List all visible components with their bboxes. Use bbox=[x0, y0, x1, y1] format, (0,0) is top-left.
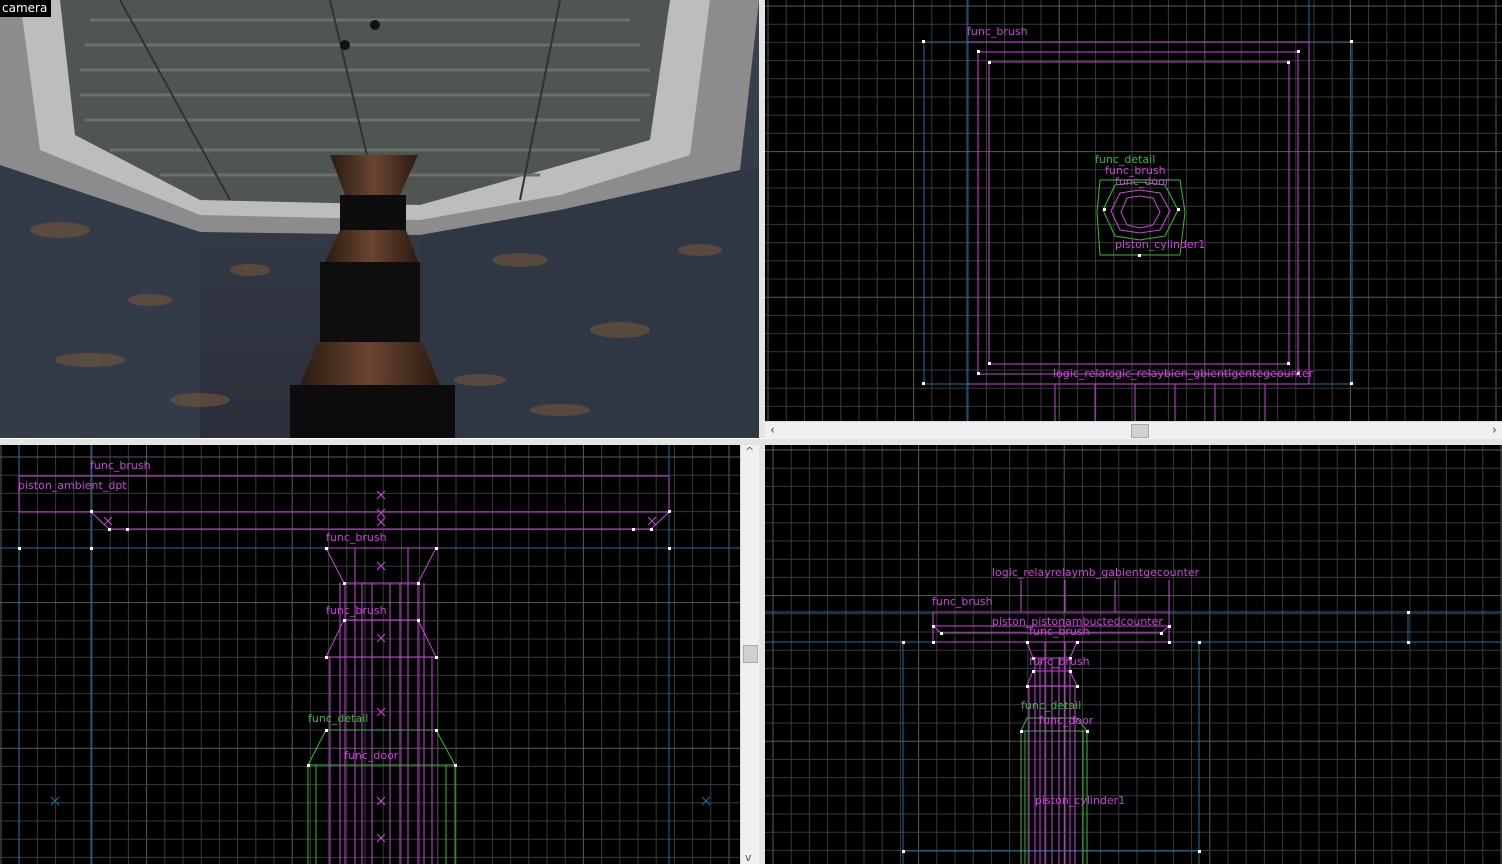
scroll-thumb[interactable] bbox=[743, 645, 758, 663]
label-func-brush: func_brush bbox=[967, 25, 1028, 38]
brush-outlines bbox=[0, 445, 740, 864]
label-piston-cylinder: piston_cylinder1 bbox=[1115, 238, 1205, 251]
side-grid: logic_relayrelaymb_gabientgecounter func… bbox=[765, 445, 1502, 864]
label-logic-entities: logic_relalogic_relaybien_gbientlgentege… bbox=[1053, 367, 1314, 380]
piston-base bbox=[290, 385, 455, 438]
piston-lines bbox=[329, 548, 433, 864]
top-horizontal-scrollbar[interactable]: ‹ › bbox=[765, 421, 1502, 439]
camera-label: camera bbox=[0, 0, 52, 17]
scroll-thumb[interactable] bbox=[1131, 424, 1149, 438]
piston-ring bbox=[340, 195, 406, 230]
cylinder-brush bbox=[1120, 195, 1161, 229]
label-logic-entities: logic_relayrelaymb_gabientgecounter bbox=[992, 566, 1200, 579]
vertex-handles bbox=[902, 611, 1410, 853]
front-vertical-scrollbar[interactable]: ^ v bbox=[740, 445, 759, 864]
ceiling-light bbox=[340, 40, 350, 50]
label-func-door: func_door bbox=[344, 749, 399, 762]
camera-viewport[interactable]: camera bbox=[0, 0, 759, 438]
piston-collar bbox=[325, 230, 418, 262]
front-2d-viewport[interactable]: func_brush piston_ambient_dpt func_brush… bbox=[0, 445, 740, 864]
piston-band bbox=[320, 262, 420, 342]
grid-lines bbox=[765, 0, 1502, 421]
scroll-right-arrow[interactable]: › bbox=[1492, 422, 1497, 439]
top-grid: func_brush func_detail func_brush func_d… bbox=[765, 0, 1502, 421]
room-brush bbox=[966, 41, 1310, 385]
grid-lines bbox=[765, 445, 1502, 864]
piston-lines bbox=[1028, 642, 1076, 864]
label-func-brush: func_brush bbox=[932, 595, 993, 608]
room-brush-inner bbox=[977, 51, 1299, 375]
label-func-brush: func_brush bbox=[1029, 655, 1090, 668]
side-2d-viewport[interactable]: logic_relayrelaymb_gabientgecounter func… bbox=[765, 445, 1502, 864]
scroll-left-arrow[interactable]: ‹ bbox=[770, 422, 775, 439]
label-piston-cylinder: piston_cylinder1 bbox=[1035, 794, 1125, 807]
label-func-brush: func_brush bbox=[90, 459, 151, 472]
label-func-brush: func_brush bbox=[1029, 625, 1090, 638]
scroll-up-arrow[interactable]: ^ bbox=[745, 445, 754, 458]
piston-flare bbox=[300, 342, 440, 385]
label-func-door: func_door bbox=[1039, 714, 1094, 727]
logic-lines bbox=[1054, 384, 1266, 421]
label-func-brush: func_brush bbox=[326, 531, 387, 544]
front-grid: func_brush piston_ambient_dpt func_brush… bbox=[0, 445, 740, 864]
axis-box bbox=[923, 41, 1353, 385]
label-func-detail: func_detail bbox=[1021, 699, 1081, 712]
label-piston-overlap: piston_ambient_dpt bbox=[18, 479, 127, 492]
label-func-door: func_door bbox=[1115, 175, 1170, 188]
label-func-detail: func_detail bbox=[308, 712, 368, 725]
camera-scene bbox=[0, 0, 759, 438]
label-func-brush: func_brush bbox=[326, 604, 387, 617]
scroll-down-arrow[interactable]: v bbox=[745, 851, 752, 864]
room-brush-inner2 bbox=[988, 61, 1290, 365]
ceiling-light bbox=[370, 20, 380, 30]
grid-lines bbox=[0, 445, 740, 864]
top-2d-viewport[interactable]: func_brush func_detail func_brush func_d… bbox=[765, 0, 1502, 421]
